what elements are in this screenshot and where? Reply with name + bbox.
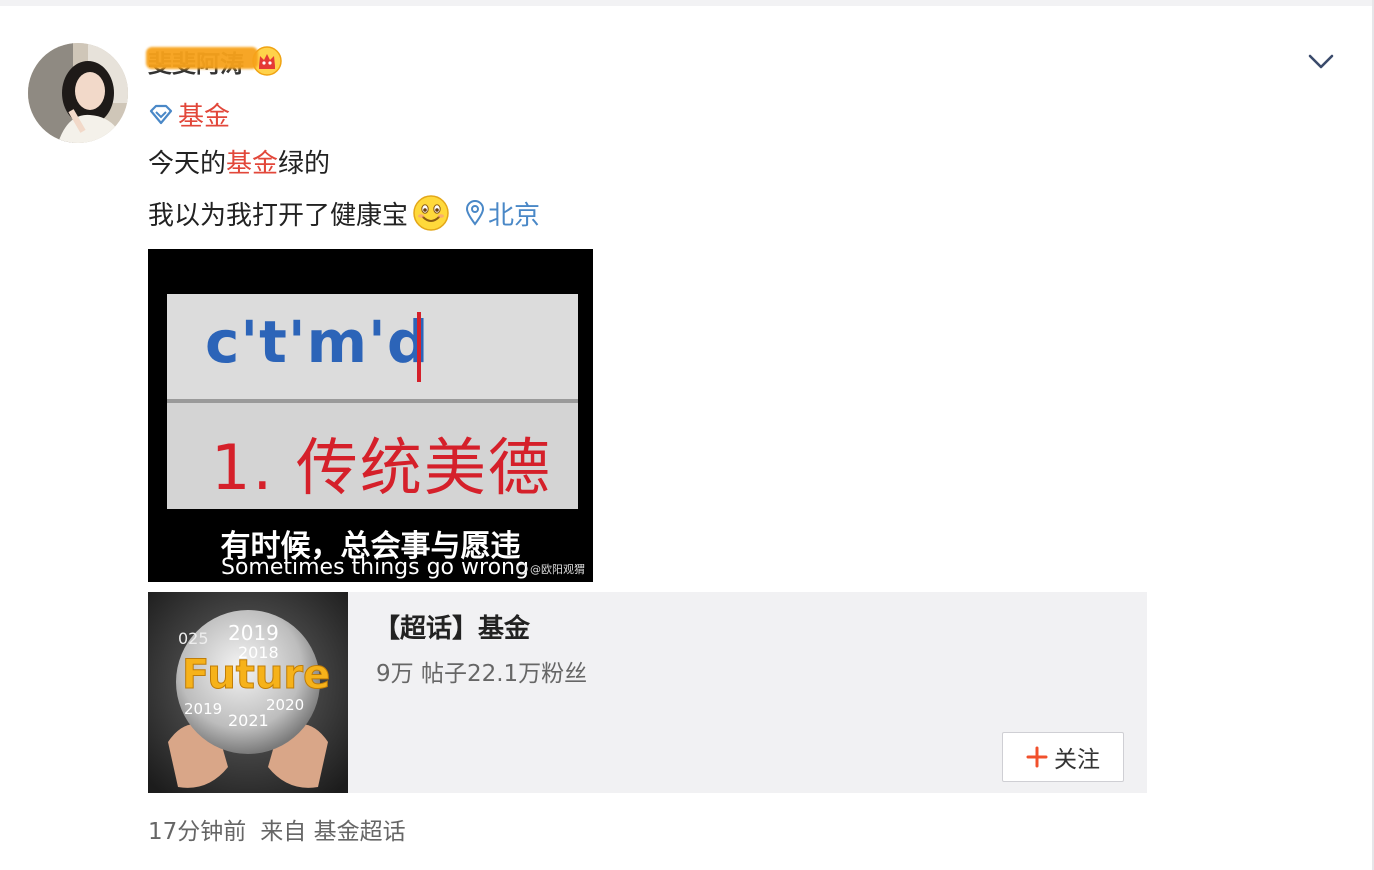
username-row: 斐斐阿涛 (146, 44, 282, 79)
super-topic-icon (149, 104, 173, 124)
image-input-row: c't'm'd (167, 294, 578, 399)
thumb-word-future: Future (182, 652, 330, 698)
follow-button[interactable]: 关注 (1002, 732, 1124, 782)
post-text-line-2: 我以为我打开了健康宝 北京 (148, 194, 540, 232)
smile-emoji-icon (413, 195, 449, 231)
chevron-down-icon[interactable] (1306, 50, 1336, 74)
username-redaction (146, 46, 258, 69)
image-candidate-row: 1. 传统美德 (167, 403, 578, 509)
location-label: 北京 (488, 200, 541, 231)
avatar[interactable] (28, 43, 128, 143)
topic-label: 基金 (178, 102, 231, 132)
image-caption-en: Sometimes things go wrong (221, 555, 529, 580)
topic-tag[interactable]: 基金 (148, 96, 230, 133)
crystal-ball-image: 2019 2018 025 Future 2019 2020 2021 (148, 592, 348, 793)
source-prefix: 来自 (260, 819, 307, 845)
post-image[interactable]: c't'm'd 1. 传统美德 有时候，总会事与愿违 Sometimes thi… (148, 249, 593, 582)
image-typed-text: c't'm'd (205, 308, 430, 376)
avatar-photo (28, 43, 128, 143)
page-top-strip (0, 0, 1374, 6)
super-topic-card[interactable]: 2019 2018 025 Future 2019 2020 2021 【超话】… (148, 592, 1147, 793)
username[interactable]: 斐斐阿涛 (146, 44, 258, 79)
post-text-link[interactable]: 基金 (226, 149, 278, 179)
post-text-line-1: 今天的基金绿的 (148, 143, 330, 180)
post-footer: 17分钟前 来自 基金超话 (148, 812, 406, 846)
location-link[interactable]: 北京 (464, 195, 540, 232)
watermark-text: @欧阳观猬 (530, 563, 585, 576)
post-source: 来自 基金超话 (260, 812, 405, 846)
image-text-cursor (417, 312, 421, 382)
card-thumbnail: 2019 2018 025 Future 2019 2020 2021 (148, 592, 348, 793)
thumb-year-left: 025 (178, 629, 209, 648)
card-stats: 9万 帖子22.1万粉丝 (376, 661, 588, 687)
post-text-segment: 绿的 (278, 149, 331, 179)
thumb-year-2019: 2019 (228, 621, 279, 645)
image-candidate-text: 1. 传统美德 (211, 431, 552, 504)
thumb-year-2019-b: 2019 (184, 700, 222, 718)
plus-icon (1026, 746, 1048, 768)
weibo-logo-icon (516, 563, 528, 575)
post-timestamp[interactable]: 17分钟前 (148, 812, 246, 846)
location-pin-icon (466, 200, 485, 226)
post-text-segment: 我以为我打开了健康宝 (148, 200, 409, 231)
image-watermark: @欧阳观猬 (516, 561, 585, 577)
source-link[interactable]: 基金超话 (314, 819, 406, 845)
thumb-year-2020: 2020 (266, 696, 304, 714)
thumb-year-2021: 2021 (228, 711, 269, 730)
post-text-segment: 今天的 (148, 149, 227, 179)
follow-label: 关注 (1054, 747, 1100, 773)
card-title[interactable]: 【超话】基金 (374, 608, 530, 645)
